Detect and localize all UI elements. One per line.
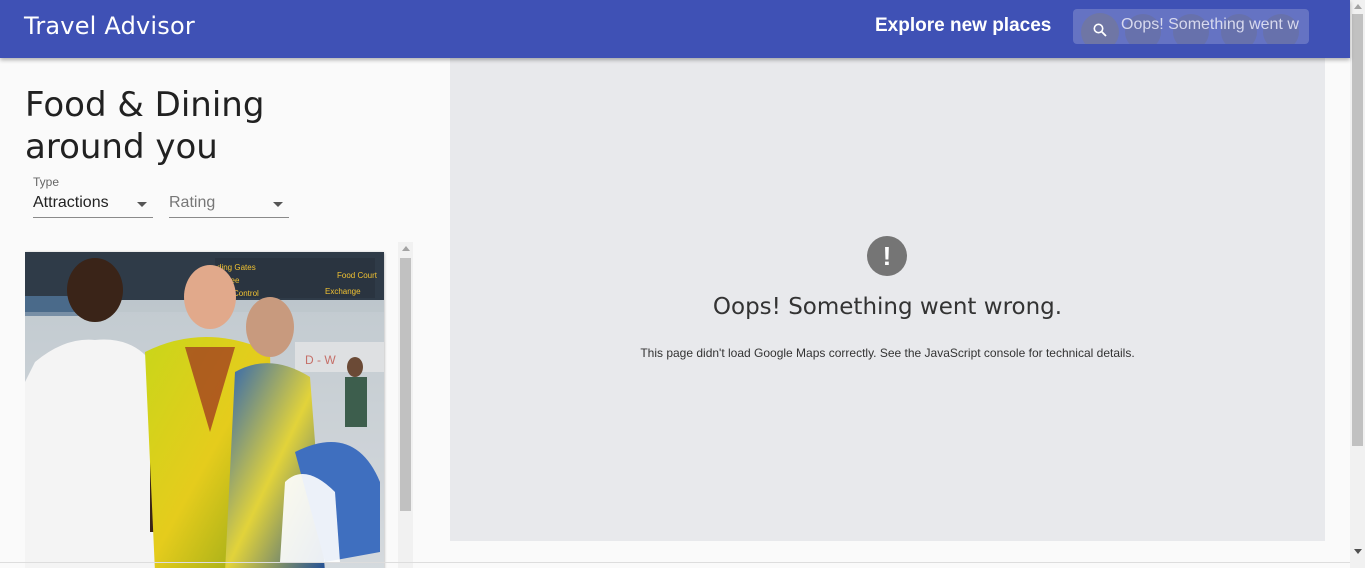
divider xyxy=(0,562,1350,563)
type-select[interactable]: Attractions xyxy=(33,190,153,218)
search-box[interactable]: Oops! Something went w xyxy=(1073,9,1309,44)
chevron-down-icon xyxy=(273,202,283,207)
map-panel[interactable]: ! Oops! Something went wrong. This page … xyxy=(450,58,1325,541)
page-title: Food & Dining around you xyxy=(25,85,265,167)
exclamation-icon: ! xyxy=(867,236,907,276)
search-icon xyxy=(1081,13,1119,44)
svg-text:Food Court: Food Court xyxy=(337,271,378,280)
app-bar: Travel Advisor Explore new places Oops! … xyxy=(0,0,1350,58)
place-card[interactable]: ding Gates Free port Control Food Court … xyxy=(25,252,384,568)
places-panel: Food & Dining around you Type Attraction… xyxy=(0,58,450,568)
type-select-value: Attractions xyxy=(33,194,109,211)
svg-text:Exchange: Exchange xyxy=(325,287,361,296)
list-scrollbar[interactable] xyxy=(398,242,413,568)
map-error-description: This page didn't load Google Maps correc… xyxy=(640,346,1135,360)
scroll-up-icon[interactable] xyxy=(402,246,410,251)
chevron-down-icon xyxy=(137,202,147,207)
map-error-title: Oops! Something went wrong. xyxy=(712,294,1063,320)
page-scrollbar[interactable] xyxy=(1350,0,1365,568)
rating-select-placeholder: Rating xyxy=(169,194,216,211)
explore-label: Explore new places xyxy=(875,15,1052,36)
scroll-down-icon[interactable] xyxy=(1354,549,1362,554)
page-scroll-thumb[interactable] xyxy=(1352,14,1363,446)
scroll-up-icon[interactable] xyxy=(1354,4,1362,9)
search-input[interactable]: Oops! Something went w xyxy=(1121,9,1305,44)
type-filter-label: Type xyxy=(33,175,60,189)
rating-select[interactable]: Rating xyxy=(169,190,289,218)
app-title: Travel Advisor xyxy=(24,12,195,40)
places-list[interactable]: ding Gates Free port Control Food Court … xyxy=(25,242,413,568)
place-photo: ding Gates Free port Control Food Court … xyxy=(25,252,384,568)
scroll-thumb[interactable] xyxy=(400,258,411,511)
